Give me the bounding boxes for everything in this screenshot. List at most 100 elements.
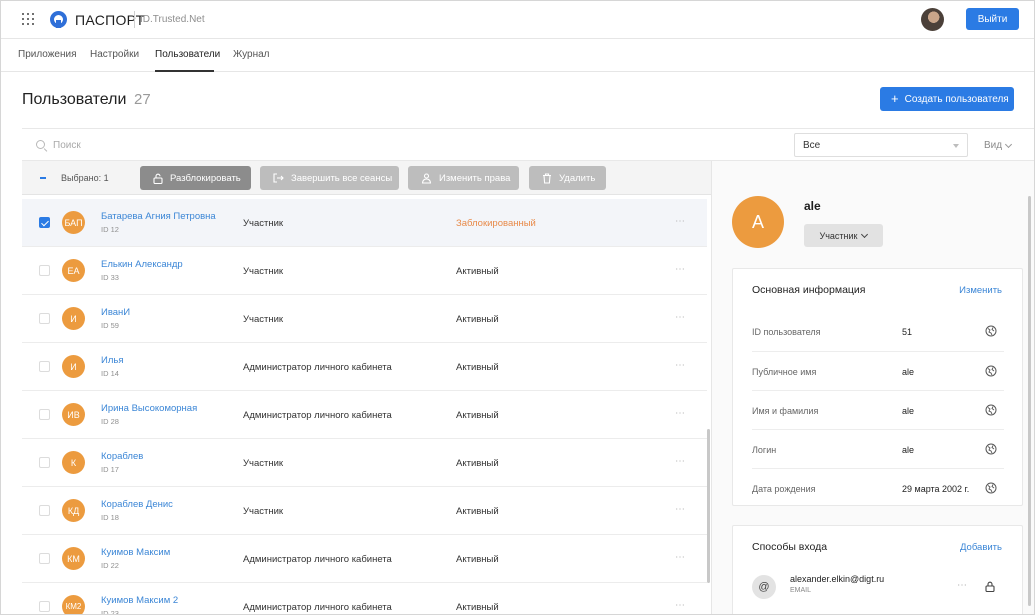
user-status: Активный xyxy=(456,458,499,469)
row-checkbox[interactable] xyxy=(39,409,50,420)
tab-journal[interactable]: Журнал xyxy=(233,49,270,60)
more-options-icon[interactable]: ⋯ xyxy=(675,312,686,323)
logout-button[interactable]: Выйти xyxy=(966,8,1019,30)
role-label: Участник xyxy=(819,230,858,241)
user-id: ID 17 xyxy=(101,465,119,474)
user-status: Активный xyxy=(456,554,499,565)
user-id: ID 14 xyxy=(101,369,119,378)
table-scrollbar[interactable] xyxy=(707,429,710,583)
info-label: Публичное имя xyxy=(752,367,817,377)
plus-icon: + xyxy=(891,91,899,106)
row-checkbox[interactable] xyxy=(39,361,50,372)
status-filter-select[interactable]: Все xyxy=(794,133,968,157)
avatar: К xyxy=(62,451,85,474)
divider xyxy=(22,128,1034,129)
user-role: Участник xyxy=(243,266,284,277)
more-options-icon[interactable]: ⋯ xyxy=(675,408,686,419)
tab-users[interactable]: Пользователи xyxy=(155,49,220,60)
add-method-link[interactable]: Добавить xyxy=(960,542,1002,553)
table-row[interactable]: ЕА Елькин Александр ID 33 Участник Актив… xyxy=(22,247,707,295)
more-options-icon[interactable]: ⋯ xyxy=(675,360,686,371)
table-row[interactable]: КМ Куимов Максим ID 22 Администратор лич… xyxy=(22,535,707,583)
info-label: ID пользователя xyxy=(752,327,821,337)
user-name-link[interactable]: Илья xyxy=(101,355,123,366)
table-row[interactable]: КМ2 Куимов Максим 2 ID 23 Администратор … xyxy=(22,583,707,614)
more-options-icon[interactable]: ⋯ xyxy=(675,504,686,515)
table-row[interactable]: К Кораблев ID 17 Участник Активный ⋯ xyxy=(22,439,707,487)
info-label: Дата рождения xyxy=(752,484,816,494)
user-name-link[interactable]: Куимов Максим 2 xyxy=(101,595,178,606)
table-row[interactable]: И Илья ID 14 Администратор личного кабин… xyxy=(22,343,707,391)
row-checkbox[interactable] xyxy=(39,265,50,276)
user-name-link[interactable]: Кораблев Денис xyxy=(101,499,173,510)
change-rights-label: Изменить права xyxy=(439,172,511,184)
email-icon: @ xyxy=(752,575,776,599)
login-method-type: EMAIL xyxy=(790,587,812,594)
role-dropdown[interactable]: Участник xyxy=(804,224,883,247)
user-shield-icon xyxy=(421,172,432,184)
view-toggle[interactable]: Вид xyxy=(984,140,1013,151)
info-row: ID пользователя 51 xyxy=(752,312,1004,351)
nav-tabs: Приложения Настройки Пользователи Журнал xyxy=(1,40,1034,72)
user-name-link[interactable]: Кораблев xyxy=(101,451,143,462)
globe-icon[interactable] xyxy=(985,325,997,337)
user-name-link[interactable]: Батарева Агния Петровна xyxy=(101,211,216,222)
create-user-label: Создать пользователя xyxy=(904,93,1009,105)
more-options-icon[interactable]: ⋯ xyxy=(675,264,686,275)
user-status: Активный xyxy=(456,602,499,613)
selected-count: Выбрано: 1 xyxy=(61,173,109,183)
caret-down-icon xyxy=(953,144,959,148)
table-row[interactable]: И ИванИ ID 59 Участник Активный ⋯ xyxy=(22,295,707,343)
tab-settings[interactable]: Настройки xyxy=(90,49,139,60)
row-checkbox[interactable] xyxy=(39,553,50,564)
more-options-icon[interactable]: ⋯ xyxy=(675,600,686,611)
more-options-icon[interactable]: ⋯ xyxy=(675,552,686,563)
user-name-link[interactable]: Куимов Максим xyxy=(101,547,170,558)
avatar: И xyxy=(62,307,85,330)
row-checkbox[interactable] xyxy=(39,505,50,516)
info-label: Логин xyxy=(752,445,777,455)
user-name-link[interactable]: Елькин Александр xyxy=(101,259,183,270)
apps-grid-icon[interactable] xyxy=(22,13,34,25)
panel-scrollbar[interactable] xyxy=(1028,196,1031,606)
globe-icon[interactable] xyxy=(985,404,997,416)
unblock-button[interactable]: Разблокировать xyxy=(140,166,251,190)
row-checkbox[interactable] xyxy=(39,217,50,228)
delete-button[interactable]: Удалить xyxy=(529,166,606,190)
change-rights-button[interactable]: Изменить права xyxy=(408,166,519,190)
deselect-all-checkbox[interactable] xyxy=(40,177,46,179)
user-avatar[interactable] xyxy=(921,8,944,31)
user-status: Заблокированный xyxy=(456,218,536,229)
user-id: ID 33 xyxy=(101,273,119,282)
end-sessions-button[interactable]: Завершить все сеансы xyxy=(260,166,399,190)
avatar: ИВ xyxy=(62,403,85,426)
end-sessions-label: Завершить все сеансы xyxy=(291,172,393,184)
chevron-down-icon xyxy=(1005,140,1013,148)
user-id: ID 12 xyxy=(101,225,119,234)
row-checkbox[interactable] xyxy=(39,313,50,324)
globe-icon[interactable] xyxy=(985,365,997,377)
user-role: Участник xyxy=(243,506,284,517)
more-options-icon[interactable]: ⋯ xyxy=(675,216,686,227)
table-row[interactable]: ИВ Ирина Высокоморная ID 28 Администрато… xyxy=(22,391,707,439)
info-value: ale xyxy=(902,406,915,416)
user-name-link[interactable]: Ирина Высокоморная xyxy=(101,403,197,414)
globe-icon[interactable] xyxy=(985,482,997,494)
more-options-icon[interactable]: ⋯ xyxy=(675,456,686,467)
user-name-link[interactable]: ИванИ xyxy=(101,307,130,318)
info-value: 29 марта 2002 г. xyxy=(902,484,970,494)
login-methods-title: Способы входа xyxy=(752,541,828,553)
avatar: КМ2 xyxy=(62,595,85,614)
bulk-action-bar: Выбрано: 1 Разблокировать Завершить все … xyxy=(22,161,711,195)
edit-link[interactable]: Изменить xyxy=(959,285,1002,296)
row-checkbox[interactable] xyxy=(39,601,50,612)
user-status: Активный xyxy=(456,506,499,517)
create-user-button[interactable]: + Создать пользователя xyxy=(880,87,1014,111)
tab-applications[interactable]: Приложения xyxy=(18,49,77,60)
table-row[interactable]: БАП Батарева Агния Петровна ID 12 Участн… xyxy=(22,199,707,247)
globe-icon[interactable] xyxy=(985,443,997,455)
row-checkbox[interactable] xyxy=(39,457,50,468)
search-input[interactable] xyxy=(53,137,753,153)
more-options-icon[interactable]: ⋯ xyxy=(957,580,968,591)
table-row[interactable]: КД Кораблев Денис ID 18 Участник Активны… xyxy=(22,487,707,535)
